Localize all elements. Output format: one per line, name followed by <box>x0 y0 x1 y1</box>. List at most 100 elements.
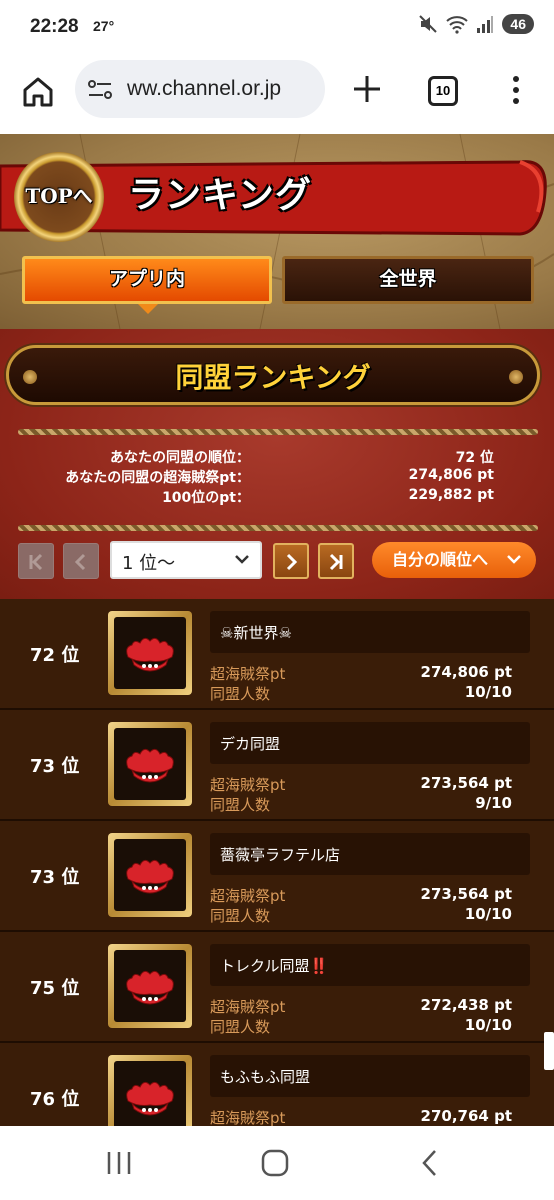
stat-label: 100位のpt： <box>162 490 250 506</box>
alliance-name-box: トレクル同盟‼️ <box>210 944 530 986</box>
recent-apps-icon[interactable] <box>104 1146 134 1180</box>
members-label: 同盟人数 <box>210 1018 271 1036</box>
stat-row: 100位のpt： 229,882 pt <box>0 487 554 507</box>
my-rank-label: 自分の順位へ <box>392 550 489 569</box>
points-value: 270,764 pt <box>420 1107 512 1125</box>
back-icon[interactable] <box>418 1146 442 1180</box>
stat-value: 274,806 pt <box>408 467 494 483</box>
points-value: 274,806 pt <box>420 663 512 681</box>
site-settings-icon[interactable] <box>87 78 113 102</box>
members-value: 10/10 <box>464 905 512 923</box>
members-label: 同盟人数 <box>210 796 271 814</box>
crown-icon <box>114 1061 186 1126</box>
alliance-summary-panel: 同盟ランキング あなたの同盟の順位： 72 位 あなたの同盟の超海賊祭pt： 2… <box>0 329 554 599</box>
members-value: 10/10 <box>464 683 512 701</box>
table-row[interactable]: 73 位 薔薇亭ラフテル店 超海賊祭pt 273,564 pt 同盟人数 10/10 <box>0 821 554 932</box>
active-tab-pointer <box>138 304 158 314</box>
last-page-icon <box>329 553 343 571</box>
more-menu-icon[interactable] <box>506 72 526 108</box>
section-title: 同盟ランキング <box>175 361 371 394</box>
alliance-name-box: デカ同盟 <box>210 722 530 764</box>
rank-label: 73 位 <box>30 756 80 777</box>
table-row[interactable]: 76 位もふもふ同盟超海賊祭pt270,764 pt同盟人数 <box>0 1043 554 1126</box>
next-page-button[interactable] <box>273 543 309 579</box>
stat-label: あなたの同盟の順位： <box>110 450 250 466</box>
crown-icon <box>114 617 186 689</box>
status-temperature: 27° <box>93 18 115 34</box>
crown-icon <box>114 728 186 800</box>
points-value: 273,564 pt <box>420 774 512 792</box>
rank-label: 72 位 <box>30 645 80 666</box>
crown-icon <box>114 839 186 911</box>
battery-indicator: 46 <box>502 14 534 34</box>
rank-label: 75 位 <box>30 978 80 999</box>
system-navigation-bar <box>0 1126 554 1200</box>
points-value: 273,564 pt <box>420 885 512 903</box>
pagination-bar: 1 位〜 自分の順位へ <box>0 541 554 581</box>
rope-divider-top <box>18 429 538 435</box>
address-bar[interactable]: ww.channel.or.jp <box>75 60 325 118</box>
members-label: 同盟人数 <box>210 907 271 925</box>
table-row[interactable]: 73 位 デカ同盟 超海賊祭pt 273,564 pt 同盟人数 9/10 <box>0 710 554 821</box>
map-background: TOPへ ランキング アプリ内 全世界 <box>0 134 554 329</box>
prev-page-button[interactable] <box>63 543 99 579</box>
points-label: 超海賊祭pt <box>210 776 286 794</box>
top-button[interactable]: TOPへ <box>14 152 104 242</box>
signal-icon <box>477 16 494 33</box>
alliance-emblem <box>108 944 192 1028</box>
scroll-handle[interactable] <box>544 1032 554 1070</box>
alliance-emblem <box>108 1055 192 1126</box>
title-banner: TOPへ ランキング <box>0 152 554 242</box>
stat-row: あなたの同盟の超海賊祭pt： 274,806 pt <box>0 467 554 487</box>
browser-toolbar: ww.channel.or.jp 10 <box>0 56 554 134</box>
page-select-value: 1 位〜 <box>122 553 176 574</box>
home-nav-icon[interactable] <box>258 1146 292 1180</box>
last-page-button[interactable] <box>318 543 354 579</box>
mute-icon <box>419 15 438 33</box>
stat-label: あなたの同盟の超海賊祭pt： <box>65 470 250 486</box>
alliance-emblem <box>108 722 192 806</box>
members-value: 10/10 <box>464 1016 512 1034</box>
stat-value: 229,882 pt <box>408 487 494 503</box>
points-value: 272,438 pt <box>420 996 512 1014</box>
status-icons: 46 <box>418 14 534 34</box>
first-page-button[interactable] <box>18 543 54 579</box>
points-label: 超海賊祭pt <box>210 665 286 683</box>
tab-worldwide[interactable]: 全世界 <box>282 256 534 304</box>
members-label: 同盟人数 <box>210 685 271 703</box>
wifi-icon <box>446 16 469 34</box>
alliance-ranking-header: 同盟ランキング <box>6 345 540 405</box>
stat-row: あなたの同盟の順位： 72 位 <box>0 447 554 467</box>
chevron-right-icon <box>286 553 298 571</box>
alliance-name: トレクル同盟‼️ <box>220 957 329 975</box>
stat-value: 72 位 <box>455 450 494 466</box>
page-title: ランキング <box>128 175 312 216</box>
alliance-name-box: 薔薇亭ラフテル店 <box>210 833 530 875</box>
top-button-label: TOPへ <box>25 184 93 208</box>
table-row[interactable]: 75 位 トレクル同盟‼️ 超海賊祭pt 272,438 pt 同盟人数 10/10 <box>0 932 554 1043</box>
alliance-name-box: ☠新世界☠ <box>210 611 530 653</box>
new-tab-icon[interactable] <box>350 72 384 106</box>
alliance-name: もふもふ同盟 <box>220 1068 311 1086</box>
chevron-down-icon <box>235 555 249 564</box>
points-label: 超海賊祭pt <box>210 998 286 1016</box>
rank-label: 76 位 <box>30 1089 80 1110</box>
tab-in-app[interactable]: アプリ内 <box>22 256 272 304</box>
alliance-name: デカ同盟 <box>220 735 281 753</box>
alliance-name: 薔薇亭ラフテル店 <box>220 846 341 864</box>
crown-icon <box>114 950 186 1022</box>
status-time: 22:28 <box>30 16 79 37</box>
points-label: 超海賊祭pt <box>210 1109 286 1126</box>
page-select[interactable]: 1 位〜 <box>110 541 262 579</box>
tab-switcher-button[interactable]: 10 <box>428 76 458 106</box>
status-bar: 22:28 27° 46 <box>0 0 554 56</box>
home-icon[interactable] <box>20 74 56 110</box>
alliance-name: ☠新世界☠ <box>220 624 292 642</box>
rope-divider-bottom <box>18 525 538 531</box>
chevron-down-icon <box>507 555 521 564</box>
table-row[interactable]: 72 位 ☠新世界☠ 超海賊祭pt 274,806 pt 同盟人数 10/10 <box>0 599 554 710</box>
url-text: ww.channel.or.jp <box>127 77 282 100</box>
my-rank-button[interactable]: 自分の順位へ <box>372 542 536 578</box>
ranking-page: TOPへ ランキング アプリ内 全世界 同盟ランキング あなたの同盟の順位： 7… <box>0 134 554 1126</box>
first-page-icon <box>29 553 43 571</box>
